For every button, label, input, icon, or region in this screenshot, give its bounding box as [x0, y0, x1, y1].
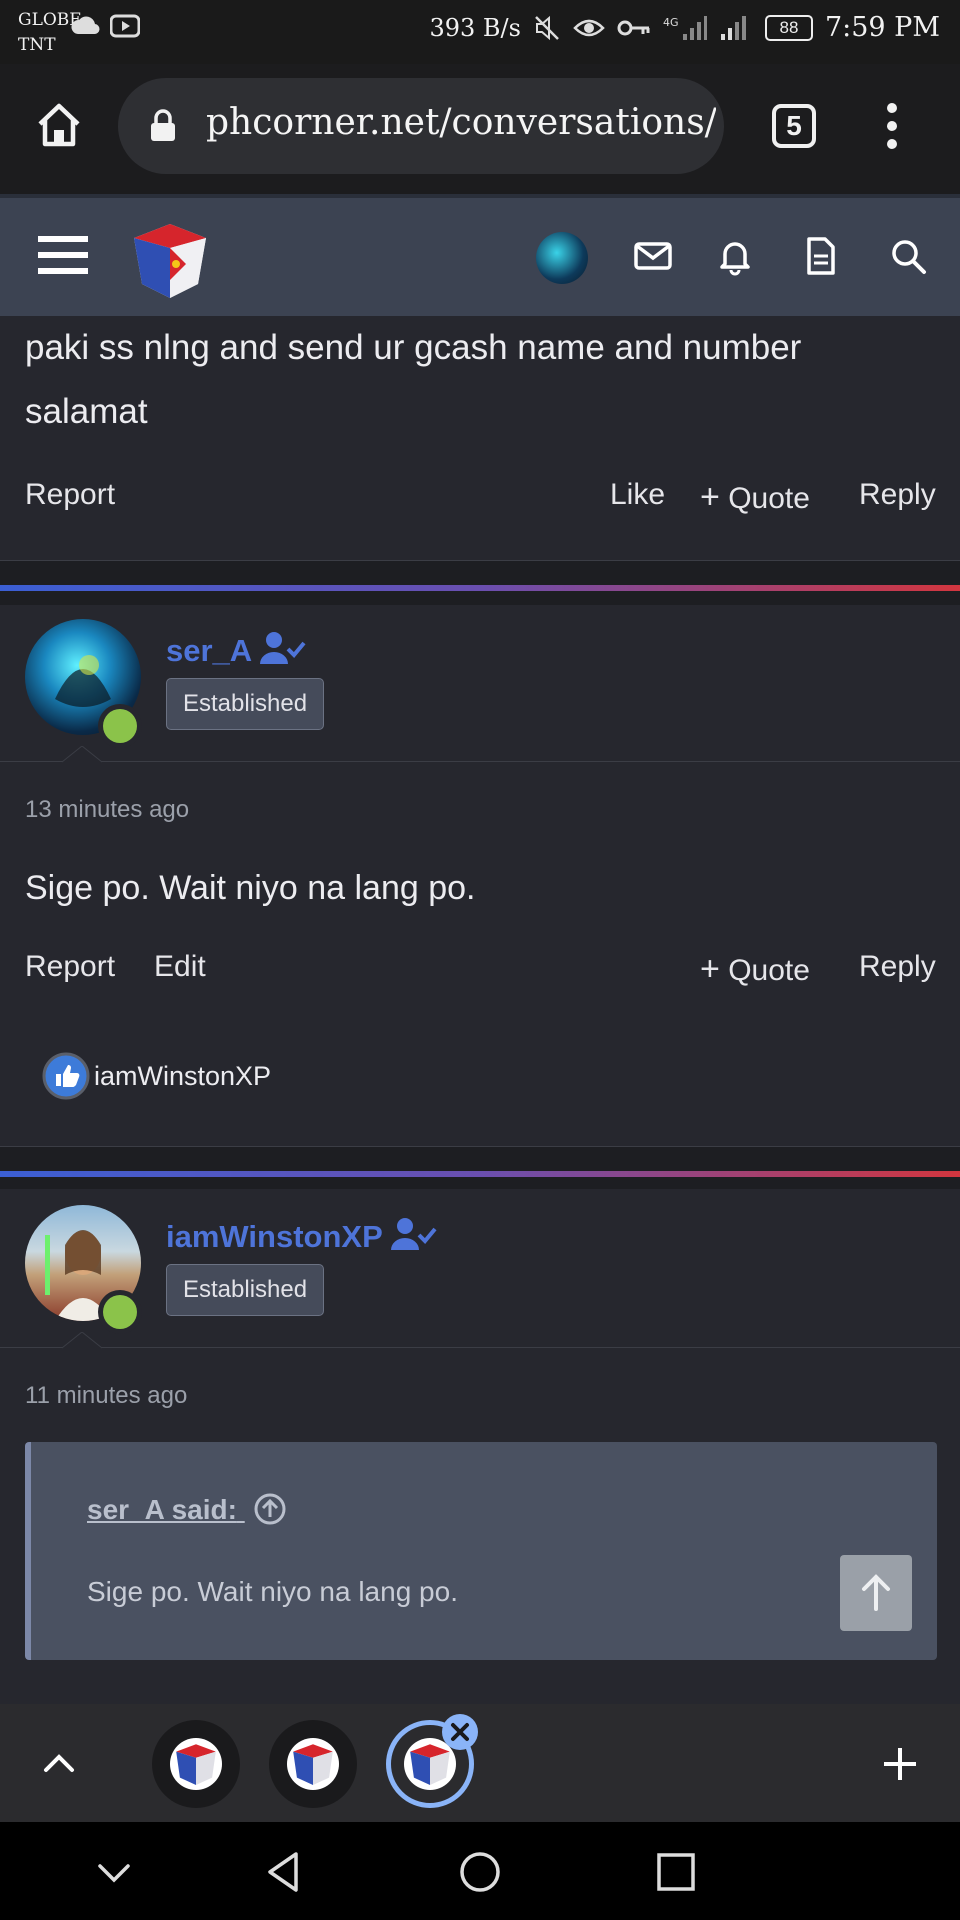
- mail-icon[interactable]: [633, 236, 673, 276]
- conversation-thread: paki ss nlng and send ur gcash name and …: [0, 316, 960, 1704]
- site-favicon: [170, 1738, 222, 1790]
- message-time[interactable]: 11 minutes ago: [25, 1382, 187, 1410]
- tab-thumbnail[interactable]: [152, 1720, 240, 1808]
- quote-link[interactable]: + Quote: [700, 478, 810, 517]
- eye-icon: [573, 19, 605, 36]
- back-icon[interactable]: [262, 1850, 306, 1894]
- reply-link[interactable]: Reply: [859, 950, 936, 984]
- online-status-icon: [98, 704, 142, 748]
- post-divider: [0, 585, 960, 591]
- username[interactable]: iamWinstonXP: [166, 1217, 437, 1255]
- plus-icon: +: [700, 950, 720, 988]
- user-title-badge: Established: [166, 1264, 325, 1316]
- like-reaction-icon: [42, 1052, 90, 1100]
- online-status-icon: [98, 1290, 142, 1334]
- post-divider: [0, 1171, 960, 1177]
- youtube-icon: [110, 14, 140, 38]
- cloud-icon: [71, 16, 100, 35]
- report-link[interactable]: Report: [25, 950, 115, 984]
- message-actions: Report Edit + Quote Reply: [0, 940, 960, 1000]
- bell-icon[interactable]: [715, 236, 755, 276]
- arrow-up-icon: [862, 1574, 890, 1611]
- battery-indicator: 88: [764, 14, 813, 41]
- address-bar[interactable]: phcorner.net/conversations/tnt-lo: [118, 78, 724, 174]
- chevron-down-icon[interactable]: [92, 1850, 136, 1894]
- site-header: [0, 194, 960, 316]
- tab-switcher-button[interactable]: 5: [772, 104, 816, 148]
- user-title-badge: Established: [166, 678, 325, 730]
- new-tab-icon[interactable]: [880, 1744, 920, 1784]
- document-icon[interactable]: [800, 236, 840, 276]
- report-link[interactable]: Report: [25, 478, 115, 512]
- verified-user-icon: [259, 632, 306, 664]
- message-time[interactable]: 13 minutes ago: [25, 796, 189, 824]
- home-icon[interactable]: [34, 100, 84, 150]
- tab-thumbnail[interactable]: [269, 1720, 357, 1808]
- browser-toolbar: phcorner.net/conversations/tnt-lo 5: [0, 64, 960, 194]
- net-speed: 393 B/s: [429, 13, 521, 42]
- system-nav-bar: [0, 1822, 960, 1920]
- url-text[interactable]: phcorner.net/conversations/tnt-lo: [206, 102, 716, 143]
- user-avatar[interactable]: [536, 232, 588, 284]
- phcorner-logo[interactable]: [128, 218, 212, 302]
- reaction-username[interactable]: iamWinstonXP: [94, 1061, 271, 1092]
- quote-link[interactable]: + Quote: [700, 950, 810, 989]
- svg-text:4G: 4G: [663, 16, 679, 29]
- quote-block: ser_A said: Sige po. Wait niyo na lang p…: [25, 1442, 937, 1660]
- menu-icon[interactable]: [38, 234, 88, 276]
- quote-author-link[interactable]: ser_A said:: [87, 1492, 287, 1526]
- arrow-up-circle-icon[interactable]: [253, 1492, 287, 1526]
- lock-icon[interactable]: [148, 108, 178, 142]
- close-icon: [451, 1723, 469, 1741]
- plus-icon: +: [700, 478, 720, 516]
- recents-icon[interactable]: [654, 1850, 698, 1894]
- pointer-arrow: [62, 1332, 102, 1349]
- key-icon: [617, 20, 650, 35]
- chevron-up-icon[interactable]: [40, 1744, 78, 1782]
- status-bar: GLOBE TNT 393 B/s 4G 88 7:59 PM: [0, 0, 960, 64]
- like-link[interactable]: Like: [610, 478, 665, 512]
- signal-4g-icon: 4G: [663, 15, 707, 40]
- search-icon[interactable]: [888, 236, 928, 276]
- edit-link[interactable]: Edit: [154, 950, 206, 984]
- close-tab-button[interactable]: [442, 1714, 478, 1750]
- mute-icon: [535, 15, 559, 40]
- scroll-to-top-button[interactable]: [840, 1555, 912, 1631]
- reply-link[interactable]: Reply: [859, 478, 936, 512]
- reaction-summary[interactable]: iamWinstonXP: [42, 1052, 271, 1100]
- tab-strip: [0, 1704, 960, 1822]
- message-text: Sige po. Wait niyo na lang po.: [25, 869, 476, 907]
- verified-user-icon: [390, 1218, 437, 1250]
- message-text: paki ss nlng and send ur gcash name and …: [25, 328, 802, 431]
- more-options-icon[interactable]: [880, 102, 904, 150]
- clock: 7:59 PM: [824, 12, 940, 43]
- signal-icon: [720, 15, 746, 40]
- username[interactable]: ser_A: [166, 631, 306, 669]
- quote-text: Sige po. Wait niyo na lang po.: [87, 1576, 458, 1607]
- pointer-arrow: [62, 746, 102, 763]
- home-nav-icon[interactable]: [458, 1850, 502, 1894]
- site-favicon: [287, 1738, 339, 1790]
- message-actions: Report Like + Quote Reply: [0, 468, 960, 528]
